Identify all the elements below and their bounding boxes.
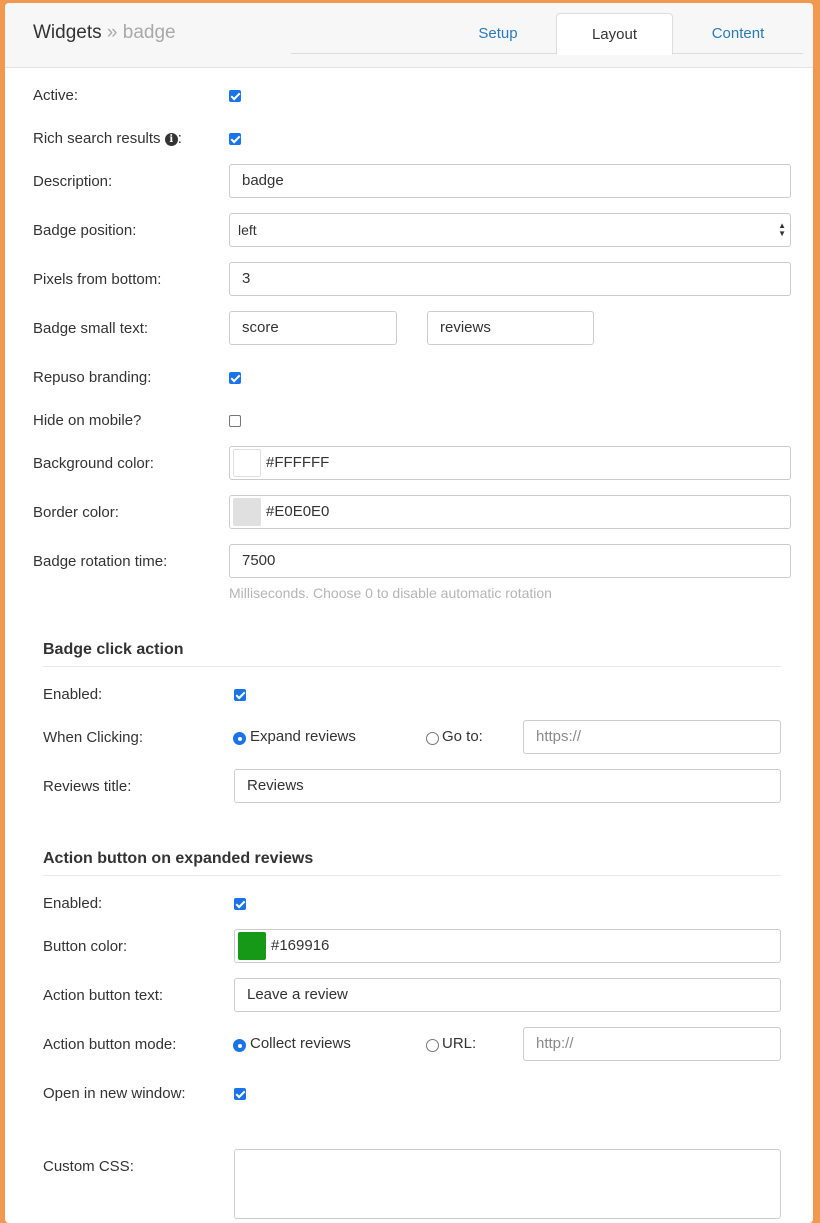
- breadcrumb-current: badge: [122, 22, 176, 43]
- small-text-score-input[interactable]: score: [229, 311, 397, 345]
- description-label: Description:: [33, 173, 113, 190]
- background-color-label: Background color:: [33, 455, 154, 472]
- action-button-text-input[interactable]: Leave a review: [234, 978, 781, 1012]
- new-window-checkbox[interactable]: [234, 1088, 246, 1100]
- custom-css-textarea[interactable]: [234, 1149, 781, 1219]
- action-enabled-checkbox[interactable]: [234, 898, 246, 910]
- reviews-title-input[interactable]: Reviews: [234, 769, 781, 803]
- rotation-time-input[interactable]: 7500: [229, 544, 791, 578]
- collect-reviews-label[interactable]: Collect reviews: [250, 1035, 351, 1052]
- collect-reviews-radio[interactable]: [233, 1039, 246, 1052]
- expand-reviews-label[interactable]: Expand reviews: [250, 728, 356, 745]
- rich-results-checkbox[interactable]: [229, 133, 241, 145]
- expand-reviews-radio[interactable]: [233, 732, 246, 745]
- rich-results-label: Rich search results i:: [33, 130, 182, 147]
- button-color-swatch[interactable]: [238, 932, 266, 960]
- repuso-branding-label: Repuso branding:: [33, 369, 152, 386]
- rotation-time-help: Milliseconds. Choose 0 to disable automa…: [229, 585, 552, 601]
- info-circle-icon[interactable]: i: [164, 133, 178, 146]
- border-color-input[interactable]: #E0E0E0: [229, 495, 791, 529]
- action-url-input[interactable]: http://: [523, 1027, 781, 1061]
- background-color-value: #FFFFFF: [266, 454, 330, 471]
- breadcrumb-widgets-link[interactable]: Widgets: [33, 22, 102, 43]
- action-enabled-label: Enabled:: [43, 895, 103, 912]
- url-radio[interactable]: [426, 1039, 439, 1052]
- rich-results-label-text: Rich search results: [33, 130, 161, 147]
- badge-click-action-heading: Badge click action: [43, 641, 184, 658]
- action-button-mode-label: Action button mode:: [43, 1036, 177, 1053]
- action-button-text-label: Action button text:: [43, 987, 164, 1004]
- description-input[interactable]: badge: [229, 164, 791, 198]
- small-text-reviews-input[interactable]: reviews: [427, 311, 594, 345]
- action-button-heading: Action button on expanded reviews: [43, 850, 314, 867]
- pixels-from-bottom-input[interactable]: 3: [229, 262, 791, 296]
- tab-setup[interactable]: Setup: [433, 13, 563, 54]
- rich-results-colon: :: [177, 130, 182, 147]
- button-color-value: #169916: [271, 937, 330, 954]
- pixels-from-bottom-label: Pixels from bottom:: [33, 271, 162, 288]
- background-color-input[interactable]: #FFFFFF: [229, 446, 791, 480]
- url-label[interactable]: URL:: [442, 1035, 476, 1052]
- badge-small-text-label: Badge small text:: [33, 320, 149, 337]
- border-color-label: Border color:: [33, 504, 119, 521]
- tab-layout[interactable]: Layout: [556, 13, 673, 55]
- border-color-swatch[interactable]: [233, 498, 261, 526]
- widget-editor-panel: Widgets » badge Setup Layout Content Act…: [5, 3, 813, 1223]
- tab-content[interactable]: Content: [673, 13, 803, 54]
- badge-position-value: left: [238, 222, 257, 238]
- goto-label[interactable]: Go to:: [442, 728, 483, 745]
- custom-css-label: Custom CSS:: [43, 1158, 134, 1175]
- button-color-input[interactable]: #169916: [234, 929, 781, 963]
- background-color-swatch[interactable]: [233, 449, 261, 477]
- panel-header: Widgets » badge Setup Layout Content: [5, 3, 813, 68]
- breadcrumb-separator: »: [106, 22, 118, 43]
- new-window-label: Open in new window:: [43, 1085, 186, 1102]
- hide-mobile-label: Hide on mobile?: [33, 412, 142, 429]
- reviews-title-label: Reviews title:: [43, 778, 132, 795]
- active-label: Active:: [33, 87, 79, 104]
- rotation-time-label: Badge rotation time:: [33, 553, 168, 570]
- click-enabled-checkbox[interactable]: [234, 689, 246, 701]
- badge-position-select[interactable]: left ▲ ▼: [229, 213, 791, 247]
- select-arrows-icon: ▲ ▼: [778, 221, 786, 238]
- active-checkbox[interactable]: [229, 90, 241, 102]
- click-enabled-label: Enabled:: [43, 686, 103, 703]
- hide-mobile-checkbox[interactable]: [229, 415, 241, 427]
- section-divider: [43, 666, 781, 667]
- repuso-branding-checkbox[interactable]: [229, 372, 241, 384]
- goto-url-input[interactable]: https://: [523, 720, 781, 754]
- goto-radio[interactable]: [426, 732, 439, 745]
- breadcrumb: Widgets » badge: [33, 22, 176, 44]
- border-color-value: #E0E0E0: [266, 503, 330, 520]
- button-color-label: Button color:: [43, 938, 128, 955]
- when-clicking-label: When Clicking:: [43, 729, 144, 746]
- badge-position-label: Badge position:: [33, 222, 137, 239]
- section-divider: [43, 875, 781, 876]
